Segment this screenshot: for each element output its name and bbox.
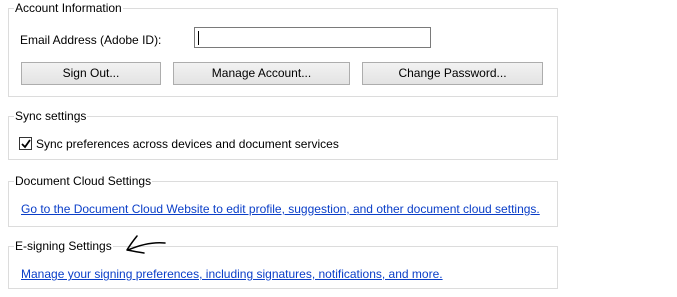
sign-out-button[interactable]: Sign Out... xyxy=(21,62,161,85)
e-signing-settings-title: E-signing Settings xyxy=(14,239,113,254)
sync-preferences-label: Sync preferences across devices and docu… xyxy=(36,137,339,151)
email-label: Email Address (Adobe ID): xyxy=(20,33,162,47)
e-signing-settings-group: E-signing Settings Manage your signing p… xyxy=(8,239,558,289)
sync-settings-group: Sync settings Sync preferences across de… xyxy=(8,109,558,160)
sync-preferences-checkbox[interactable] xyxy=(19,137,32,150)
email-field[interactable] xyxy=(194,27,431,48)
manage-account-button[interactable]: Manage Account... xyxy=(173,62,350,85)
account-information-group: Account Information Email Address (Adobe… xyxy=(8,1,558,97)
text-caret xyxy=(198,31,199,45)
checkmark-icon xyxy=(21,139,31,149)
document-cloud-settings-group: Document Cloud Settings Go to the Docume… xyxy=(8,174,558,227)
document-cloud-settings-title: Document Cloud Settings xyxy=(14,174,153,189)
sync-settings-title: Sync settings xyxy=(14,109,88,124)
signing-preferences-link[interactable]: Manage your signing preferences, includi… xyxy=(21,266,443,282)
document-cloud-website-link[interactable]: Go to the Document Cloud Website to edit… xyxy=(21,201,540,217)
change-password-button[interactable]: Change Password... xyxy=(362,62,543,85)
account-information-title: Account Information xyxy=(14,1,123,16)
hand-drawn-arrow-icon xyxy=(126,235,166,254)
